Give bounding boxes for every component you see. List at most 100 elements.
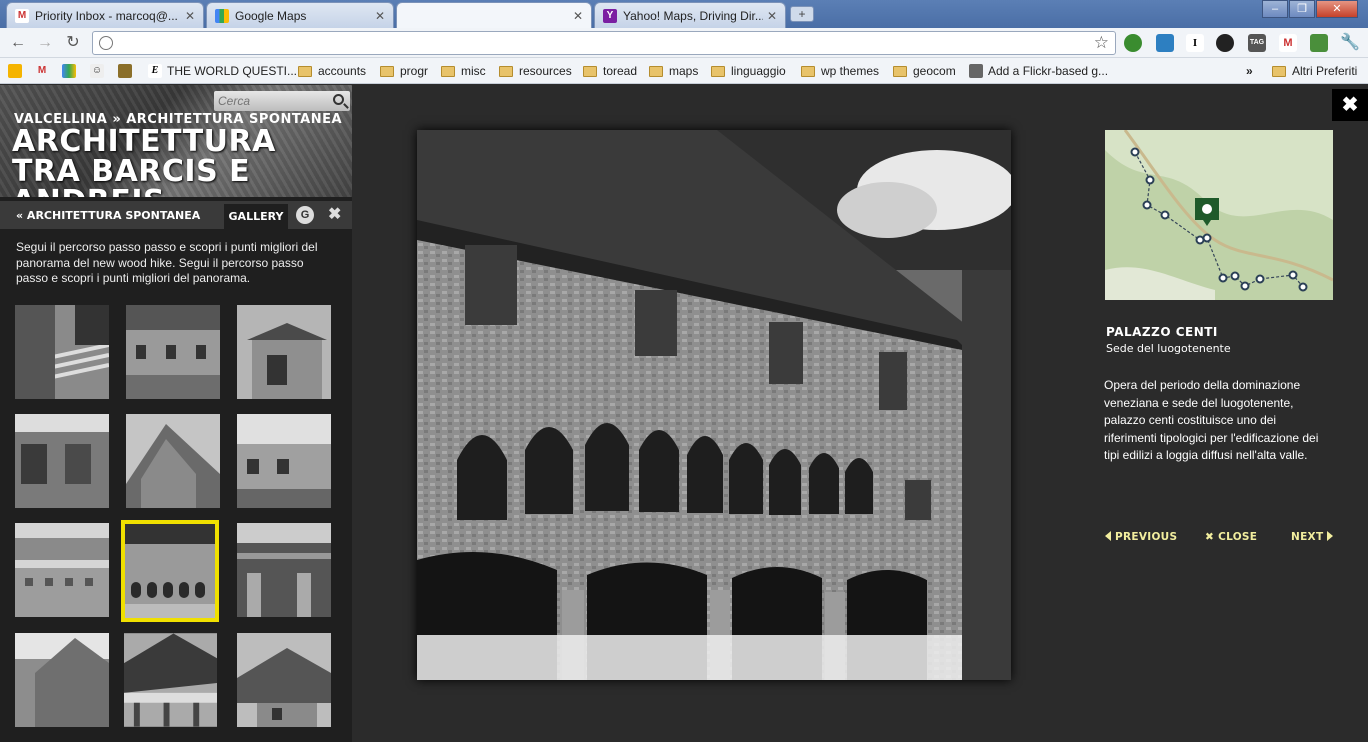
location-map[interactable] [1105, 130, 1333, 300]
window-close-button[interactable]: ✕ [1316, 0, 1358, 18]
bookmark-folder-progr[interactable]: progr [380, 62, 428, 80]
bookmark-folder-toread[interactable]: toread [583, 62, 637, 80]
gmail-icon: M [37, 65, 47, 76]
thumbnail-image [15, 414, 109, 508]
thumbnail-image [15, 305, 109, 399]
lightbox-close-button[interactable]: ✖ [1332, 89, 1368, 121]
bookmark-gmail[interactable]: M [35, 62, 54, 80]
bookmarks-overflow-chevron[interactable]: » [1246, 62, 1253, 80]
page-icon [99, 36, 113, 50]
close-icon[interactable]: ✕ [375, 9, 385, 23]
search-box [214, 91, 350, 111]
tab-google-maps[interactable]: Google Maps ✕ [206, 2, 394, 28]
sidebar-header: VALCELLINA » ARCHITETTURA SPONTANEA ARCH… [0, 85, 352, 197]
tab-current[interactable]: ✕ [396, 2, 592, 28]
gmail-extension-icon[interactable]: M [1279, 34, 1297, 52]
gallery-thumbnail[interactable] [126, 305, 220, 399]
palazzo-centi-photo [417, 130, 1011, 680]
close-button[interactable]: ✖ CLOSE [1205, 531, 1257, 543]
bookmark-hat[interactable] [118, 62, 137, 80]
previous-button[interactable]: PREVIOUS [1105, 531, 1177, 543]
gallery-thumbnail[interactable] [15, 305, 109, 399]
folder-icon [499, 65, 513, 77]
bookmark-folder-linguaggio[interactable]: linguaggio [711, 62, 786, 80]
tab-yahoo-maps[interactable]: Y Yahoo! Maps, Driving Dir... ✕ [594, 2, 786, 28]
wrench-icon[interactable]: 🔧 [1340, 34, 1360, 52]
previous-label: PREVIOUS [1114, 531, 1178, 543]
search-input[interactable] [218, 93, 326, 109]
star-icon[interactable]: ☆ [1094, 32, 1109, 54]
close-icon[interactable]: ✕ [767, 9, 777, 23]
hat-icon [118, 64, 132, 78]
bookmark-label: resources [519, 64, 572, 78]
gallery-thumbnail[interactable] [126, 414, 220, 508]
gallery-thumbnail[interactable] [15, 633, 109, 727]
bookmark-label: misc [461, 64, 486, 78]
gallery-thumbnail[interactable] [237, 633, 331, 727]
close-icon[interactable]: ✕ [185, 9, 195, 23]
gallery-thumbnail-selected[interactable] [121, 520, 219, 622]
gallery-thumbnail[interactable] [15, 414, 109, 508]
sidebar: VALCELLINA » ARCHITETTURA SPONTANEA ARCH… [0, 85, 352, 742]
bookmark-flickr[interactable]: Add a Flickr-based g... [969, 62, 1108, 80]
minimize-button[interactable]: – [1262, 0, 1288, 18]
tag-extension-icon[interactable]: TAG [1248, 34, 1266, 52]
bookmark-photo[interactable] [8, 62, 27, 80]
e-icon: E [148, 64, 162, 78]
forward-arrow-icon[interactable]: → [35, 33, 55, 53]
bookmark-label: toread [603, 64, 638, 78]
bookmark-folder-wp-themes[interactable]: wp themes [801, 62, 879, 80]
reload-icon[interactable]: ↻ [63, 33, 83, 53]
close-icon[interactable]: ✖ [328, 204, 341, 224]
thumbnail-image [237, 523, 331, 617]
bookmark-label: wp themes [821, 64, 880, 78]
folder-icon [380, 65, 394, 77]
back-link[interactable]: « ARCHITETTURA SPONTANEA [16, 209, 200, 222]
photo-title: PALAZZO CENTI [1106, 325, 1218, 339]
screen-extension-icon[interactable] [1156, 34, 1174, 52]
bookmark-folder-maps[interactable]: maps [649, 62, 698, 80]
bookmark-folder-geocom[interactable]: geocom [893, 62, 956, 80]
bookmark-reddit[interactable]: ☺ [90, 62, 109, 80]
bookmark-folder-accounts[interactable]: accounts [298, 62, 366, 80]
g-icon[interactable]: G [296, 206, 314, 224]
evernote-extension-icon[interactable] [1310, 34, 1328, 52]
tab-title: Yahoo! Maps, Driving Dir... [623, 8, 763, 23]
gear-extension-icon[interactable] [1216, 34, 1234, 52]
bookmark-google[interactable] [62, 62, 81, 80]
close-icon[interactable]: ✕ [573, 9, 583, 23]
back-arrow-icon[interactable]: ← [8, 33, 28, 53]
folder-icon [649, 65, 663, 77]
bookmark-folder-misc[interactable]: misc [441, 62, 486, 80]
folder-icon [583, 65, 597, 77]
bookmark-world-question[interactable]: E THE WORLD QUESTI... [148, 62, 297, 80]
photo-subtitle: Sede del luogotenente [1106, 342, 1231, 355]
gallery-thumbnail[interactable] [237, 305, 331, 399]
thumbnail-image [15, 633, 109, 727]
tab-gmail[interactable]: M Priority Inbox - marcoq@... ✕ [6, 2, 204, 28]
gallery-thumbnail[interactable] [124, 633, 217, 727]
bookmark-label: linguaggio [731, 64, 786, 78]
bookmarks-bar: M ☺ E THE WORLD QUESTI... accounts progr … [0, 58, 1368, 84]
bookmark-folder-other[interactable]: Altri Preferiti [1272, 62, 1357, 80]
bookmark-label: Add a Flickr-based g... [988, 64, 1109, 78]
gallery-thumbnail[interactable] [237, 523, 331, 617]
tab-gallery[interactable]: GALLERY [224, 204, 288, 229]
bookmark-label: Altri Preferiti [1292, 64, 1358, 78]
globe-extension-icon[interactable] [1124, 34, 1142, 52]
gallery-thumbnail[interactable] [15, 523, 109, 617]
info-extension-icon[interactable]: I [1186, 34, 1204, 52]
gallery-thumbnail[interactable] [237, 414, 331, 508]
next-label: NEXT [1291, 531, 1324, 543]
search-icon[interactable] [333, 94, 344, 105]
browser-toolbar: ← → ↻ ☆ I TAG M 🔧 [0, 28, 1368, 58]
next-button[interactable]: NEXT [1291, 531, 1334, 543]
bookmark-folder-resources[interactable]: resources [499, 62, 572, 80]
thumbnail-image [237, 633, 331, 727]
maximize-button[interactable]: ❐ [1289, 0, 1315, 18]
address-bar[interactable]: ☆ [92, 31, 1116, 55]
new-tab-button[interactable]: + [790, 6, 814, 22]
thumbnail-image [237, 305, 331, 399]
google-maps-icon [215, 8, 229, 23]
folder-icon [893, 65, 907, 77]
